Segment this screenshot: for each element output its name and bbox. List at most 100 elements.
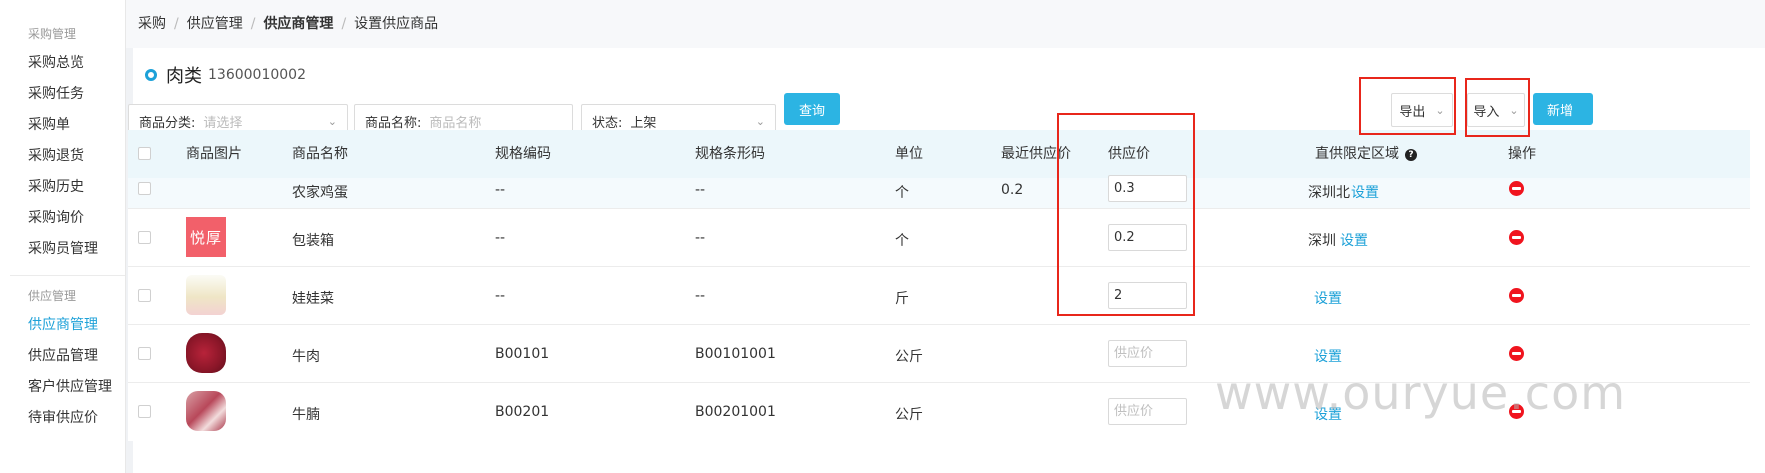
product-name-label: 商品名称: bbox=[365, 115, 422, 131]
barcode: -- bbox=[695, 230, 706, 246]
status-label: 状态: bbox=[592, 115, 623, 131]
row-checkbox[interactable] bbox=[138, 289, 151, 302]
row-checkbox[interactable] bbox=[138, 231, 151, 244]
price-input[interactable] bbox=[1108, 224, 1187, 251]
unit: 个 bbox=[895, 185, 909, 201]
sidebar-item-pending-price[interactable]: 待审供应价 bbox=[0, 403, 125, 434]
import-label: 导入 bbox=[1473, 104, 1500, 120]
delete-icon[interactable] bbox=[1509, 230, 1524, 245]
region-set-link[interactable]: 设置 bbox=[1314, 346, 1342, 366]
page-title: 肉类 bbox=[166, 66, 202, 87]
sidebar-item-purchase-task[interactable]: 采购任务 bbox=[0, 79, 125, 110]
help-icon[interactable]: ? bbox=[1405, 149, 1417, 161]
category-label: 商品分类: bbox=[139, 115, 196, 131]
breadcrumb-separator: / bbox=[174, 16, 179, 32]
table-row: 牛肉 B00101 B00101001 公斤 设置 bbox=[128, 325, 1750, 383]
column-header-barcode: 规格条形码 bbox=[695, 146, 765, 162]
breadcrumb-item-supplier[interactable]: 供应商管理 bbox=[263, 16, 333, 32]
price-input[interactable] bbox=[1108, 282, 1187, 309]
product-name: 牛肉 bbox=[292, 349, 320, 365]
delete-icon[interactable] bbox=[1509, 288, 1524, 303]
price-input[interactable] bbox=[1108, 175, 1187, 202]
region-set-link[interactable]: 设置 bbox=[1314, 288, 1342, 308]
sidebar-item-supply-goods[interactable]: 供应品管理 bbox=[0, 341, 125, 372]
region-value: 深圳 bbox=[1308, 233, 1336, 249]
query-button[interactable]: 查询 bbox=[784, 93, 840, 125]
recent-price: 0.2 bbox=[1001, 182, 1024, 198]
region-set-link[interactable]: 设置 bbox=[1314, 404, 1342, 424]
region-set-link[interactable]: 设置 bbox=[1340, 230, 1368, 250]
unit: 公斤 bbox=[895, 349, 923, 365]
chevron-down-icon: ⌄ bbox=[327, 114, 337, 128]
spec-code: B00201 bbox=[495, 404, 550, 420]
column-header-action: 操作 bbox=[1508, 146, 1536, 162]
barcode: -- bbox=[695, 182, 706, 198]
spec-code: B00101 bbox=[495, 346, 550, 362]
region-set-link[interactable]: 设置 bbox=[1351, 182, 1379, 202]
delete-icon[interactable] bbox=[1509, 404, 1524, 419]
column-header-name: 商品名称 bbox=[292, 146, 348, 162]
product-name-placeholder: 商品名称 bbox=[429, 115, 482, 131]
sidebar-item-purchase-order[interactable]: 采购单 bbox=[0, 110, 125, 141]
select-all-checkbox[interactable] bbox=[138, 147, 151, 160]
sidebar-item-supplier-management[interactable]: 供应商管理 bbox=[0, 310, 125, 341]
delete-icon[interactable] bbox=[1509, 181, 1524, 196]
breadcrumb: 采购 / 供应管理 / 供应商管理 / 设置供应商品 bbox=[126, 0, 1765, 48]
delete-icon[interactable] bbox=[1509, 346, 1524, 361]
main-content: 肉类 13600010002 商品分类: 请选择 ⌄ 商品名称: 商品名称 状态… bbox=[128, 48, 1765, 473]
sidebar-item-purchase-overview[interactable]: 采购总览 bbox=[0, 48, 125, 79]
sidebar-item-buyer-management[interactable]: 采购员管理 bbox=[0, 234, 125, 265]
product-name: 牛腩 bbox=[292, 407, 320, 423]
barcode: -- bbox=[695, 288, 706, 304]
table-row: 牛腩 B00201 B00201001 公斤 设置 bbox=[128, 383, 1750, 441]
unit: 公斤 bbox=[895, 407, 923, 423]
region-value: 深圳北 bbox=[1308, 185, 1350, 201]
chevron-down-icon: ⌄ bbox=[755, 114, 765, 128]
price-input[interactable] bbox=[1108, 398, 1187, 425]
breadcrumb-item-current: 设置供应商品 bbox=[354, 16, 439, 32]
unit: 斤 bbox=[895, 291, 909, 307]
export-button[interactable]: 导出 ⌄ bbox=[1391, 93, 1453, 127]
chevron-down-icon: ⌄ bbox=[1435, 103, 1445, 117]
add-button[interactable]: 新增 bbox=[1533, 93, 1593, 125]
spec-code: -- bbox=[495, 288, 506, 304]
product-name: 农家鸡蛋 bbox=[292, 185, 348, 201]
column-header-image: 商品图片 bbox=[186, 146, 242, 162]
table-row: 悦厚 包装箱 -- -- 个 深圳 设置 bbox=[128, 209, 1750, 267]
price-input[interactable] bbox=[1108, 340, 1187, 367]
sidebar-item-purchase-return[interactable]: 采购退货 bbox=[0, 141, 125, 172]
table-row: 农家鸡蛋 -- -- 个 0.2 深圳北 设置 bbox=[128, 175, 1750, 209]
sidebar-item-purchase-history[interactable]: 采购历史 bbox=[0, 172, 125, 203]
status-value: 上架 bbox=[630, 115, 657, 131]
product-name: 娃娃菜 bbox=[292, 291, 334, 307]
breadcrumb-separator: / bbox=[341, 16, 347, 32]
row-checkbox[interactable] bbox=[138, 347, 151, 360]
supplier-phone: 13600010002 bbox=[208, 67, 306, 83]
column-header-price: 供应价 bbox=[1108, 146, 1150, 162]
column-header-region: 直供限定区域? bbox=[1315, 130, 1417, 178]
breadcrumb-item-purchase[interactable]: 采购 bbox=[138, 16, 166, 32]
sidebar-group-title-purchase: 采购管理 bbox=[28, 27, 77, 41]
table-header: 商品图片 商品名称 规格编码 规格条形码 单位 最近供应价 供应价 直供限定区域… bbox=[128, 130, 1750, 178]
row-checkbox[interactable] bbox=[138, 182, 151, 195]
sidebar-item-purchase-inquiry[interactable]: 采购询价 bbox=[0, 203, 125, 234]
import-button[interactable]: 导入 ⌄ bbox=[1467, 93, 1525, 127]
spec-code: -- bbox=[495, 230, 506, 246]
column-header-spec-code: 规格编码 bbox=[495, 146, 551, 162]
product-image bbox=[186, 391, 226, 431]
table-row: 娃娃菜 -- -- 斤 设置 bbox=[128, 267, 1750, 325]
breadcrumb-item-supply[interactable]: 供应管理 bbox=[187, 16, 243, 32]
product-image: 悦厚 bbox=[186, 217, 226, 257]
unit: 个 bbox=[895, 233, 909, 249]
barcode: B00201001 bbox=[695, 404, 776, 420]
chevron-down-icon: ⌄ bbox=[1509, 103, 1519, 117]
column-header-unit: 单位 bbox=[895, 146, 923, 162]
sidebar-divider bbox=[10, 275, 125, 276]
product-image bbox=[186, 275, 226, 315]
product-image bbox=[186, 333, 226, 373]
sidebar: 采购管理 采购总览 采购任务 采购单 采购退货 采购历史 采购询价 采购员管理 … bbox=[0, 0, 126, 473]
row-checkbox[interactable] bbox=[138, 405, 151, 418]
column-header-recent-price: 最近供应价 bbox=[1001, 146, 1071, 162]
sidebar-item-customer-supply[interactable]: 客户供应管理 bbox=[0, 372, 125, 403]
spec-code: -- bbox=[495, 182, 506, 198]
